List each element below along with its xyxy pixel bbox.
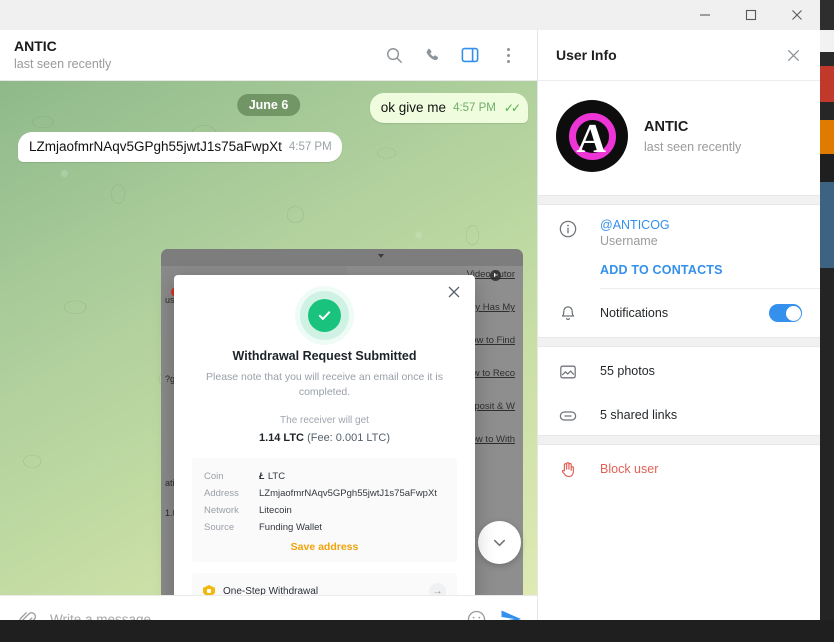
- date-divider: June 6: [236, 94, 301, 116]
- window-titlebar: [0, 0, 820, 30]
- withdrawal-details: Coin Ł LTC Address LZmjaofmrNAqv5GPgh55jw…: [192, 458, 457, 562]
- more-menu-icon[interactable]: [491, 38, 525, 72]
- section-divider: [538, 195, 820, 205]
- bg-strip-4: [820, 268, 834, 642]
- info-panel-icon[interactable]: [453, 38, 487, 72]
- receiver-label: The receiver will get: [280, 415, 369, 426]
- message-text: LZmjaofmrNAqv5GPgh55jwtJ1s75aFwpXt: [29, 139, 282, 154]
- photos-count: 55 photos: [600, 364, 655, 378]
- user-names: ANTIC last seen recently: [644, 119, 741, 154]
- block-user-row[interactable]: Block user: [538, 445, 820, 493]
- bg-strip-blue: [820, 182, 834, 268]
- shield-icon: [203, 585, 215, 595]
- chat-status: last seen recently: [14, 57, 112, 71]
- info-icon: [556, 218, 580, 239]
- user-info-panel: User Info A ANTIC last seen recently @AN…: [537, 30, 820, 642]
- bg-strip-2: [820, 102, 834, 120]
- chat-title: ANTIC: [14, 38, 57, 54]
- modal-title: Withdrawal Request Submitted: [232, 349, 417, 363]
- shared-links-count: 5 shared links: [600, 408, 678, 422]
- section-divider: [538, 435, 820, 445]
- chat-header-titles: ANTIC last seen recently: [14, 38, 377, 72]
- detail-row-address: Address LZmjaofmrNAqv5GPgh55jwtJ1s75aFwp…: [204, 485, 445, 502]
- shared-links-row[interactable]: 5 shared links: [538, 395, 820, 435]
- avatar: A: [556, 100, 628, 172]
- fee-value: (Fee: 0.001 LTC): [307, 432, 391, 444]
- detail-value: Litecoin: [259, 505, 292, 516]
- call-icon[interactable]: [415, 38, 449, 72]
- detail-value: Ł LTC: [259, 468, 285, 485]
- message-time: 4:57 PM: [453, 102, 496, 114]
- notifications-toggle[interactable]: [769, 304, 802, 322]
- detail-value: Funding Wallet: [259, 522, 323, 533]
- success-check-icon: [308, 299, 341, 332]
- notifications-label: Notifications: [600, 306, 669, 320]
- link-icon: [556, 405, 580, 426]
- detail-key: Network: [204, 505, 239, 516]
- amount-value: 1.14 LTC: [258, 432, 304, 444]
- telegram-window: ANTIC last seen recently June 6 ok give …: [0, 30, 820, 642]
- username-value[interactable]: @ANTICOG: [600, 218, 802, 232]
- close-icon[interactable]: [774, 0, 820, 30]
- chat-header-actions: [377, 38, 525, 72]
- screen-root: ANTIC last seen recently June 6 ok give …: [0, 0, 834, 642]
- detail-key: Address: [204, 488, 239, 499]
- user-status: last seen recently: [644, 139, 742, 154]
- detail-key: Source: [204, 522, 235, 533]
- hand-stop-icon: [556, 459, 580, 480]
- message-list: June 6 ok give me 4:57 PM ✓✓ LZmjaofmrNA…: [0, 81, 537, 595]
- user-name: ANTIC: [644, 118, 689, 135]
- one-step-label: One-Step Withdrawal: [223, 586, 319, 595]
- detail-row-source: Source Funding Wallet: [204, 519, 445, 536]
- block-user-label: Block user: [600, 462, 659, 476]
- bg-strip-3: [820, 154, 834, 182]
- close-panel-icon[interactable]: [780, 42, 806, 68]
- message-text: ok give me: [380, 100, 447, 115]
- search-icon[interactable]: [377, 38, 411, 72]
- modal-close-icon[interactable]: [446, 284, 462, 300]
- user-info-title: User Info: [556, 47, 617, 63]
- litecoin-symbol-icon: Ł: [259, 471, 265, 482]
- read-receipt-icon: ✓✓: [503, 101, 521, 115]
- username-caption: Username: [600, 234, 658, 248]
- message-bubble-outgoing[interactable]: ok give me 4:57 PM ✓✓: [369, 93, 528, 123]
- scroll-to-bottom-button[interactable]: [478, 521, 521, 564]
- detail-row-coin: Coin Ł LTC: [204, 468, 445, 485]
- section-divider: [538, 337, 820, 347]
- username-body: @ANTICOG Username: [600, 218, 802, 248]
- taskbar: [0, 620, 834, 642]
- user-profile[interactable]: A ANTIC last seen recently: [538, 81, 820, 195]
- user-info-header: User Info: [538, 30, 820, 81]
- bg-strip-red: [820, 66, 834, 102]
- username-row[interactable]: @ANTICOG Username: [538, 205, 820, 248]
- chevron-down-icon: [378, 254, 384, 258]
- success-icon-wrap: [192, 299, 457, 332]
- withdrawal-modal: Withdrawal Request Submitted Please note…: [174, 275, 475, 595]
- avatar-letter: A: [576, 114, 609, 161]
- maximize-icon[interactable]: [728, 0, 774, 30]
- detail-key: Coin: [204, 471, 224, 482]
- photos-row[interactable]: 55 photos: [538, 347, 820, 395]
- add-to-contacts-button[interactable]: ADD TO CONTACTS: [600, 263, 820, 277]
- chat-column: ANTIC last seen recently June 6 ok give …: [0, 30, 537, 642]
- save-address-link[interactable]: Save address: [204, 541, 445, 553]
- detail-value: LZmjaofmrNAqv5GPgh55jwtJ1s75aFwpXt: [259, 488, 437, 499]
- bg-strip-orange: [820, 120, 834, 154]
- detail-row-network: Network Litecoin: [204, 502, 445, 519]
- arrow-right-icon[interactable]: →: [429, 583, 446, 595]
- notifications-row[interactable]: Notifications: [538, 289, 820, 337]
- modal-subtitle: Please note that you will receive an ema…: [206, 371, 443, 398]
- minimize-icon[interactable]: [682, 0, 728, 30]
- photo-topbar: [161, 249, 523, 266]
- message-bubble-incoming[interactable]: LZmjaofmrNAqv5GPgh55jwtJ1s75aFwpXt 4:57 …: [18, 132, 342, 162]
- bell-icon: [556, 303, 580, 324]
- bg-strip-1: [820, 52, 834, 66]
- message-time: 4:57 PM: [288, 141, 332, 153]
- photo-icon: [556, 361, 580, 382]
- coin-name: LTC: [267, 471, 286, 482]
- one-step-withdrawal-row[interactable]: One-Step Withdrawal →: [192, 573, 457, 595]
- amount-row: 1.14 LTC (Fee: 0.001 LTC): [192, 432, 457, 444]
- bg-strip-toolbar: [820, 30, 834, 52]
- chat-header: ANTIC last seen recently: [0, 30, 537, 81]
